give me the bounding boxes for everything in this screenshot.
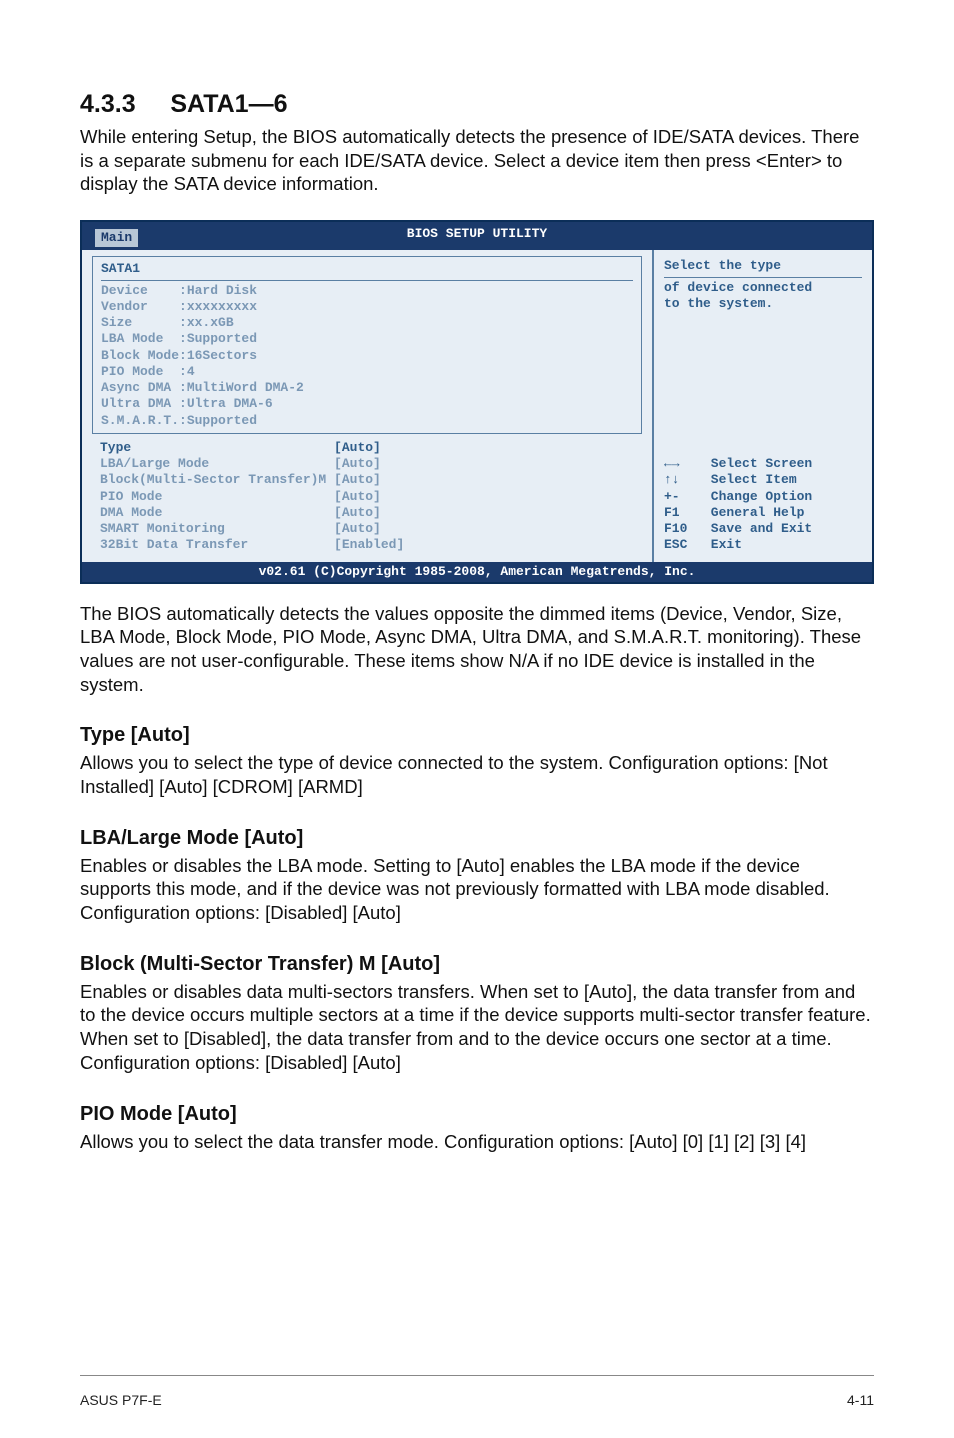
bios-header: BIOS SETUP UTILITY Main [82,222,872,250]
legend-row: ↑↓ Select Item [664,472,862,488]
bios-right-pane: Select the type of device connected to t… [652,250,872,561]
bios-info-row: Vendor :xxxxxxxxx [101,299,633,315]
bios-copyright: v02.61 (C)Copyright 1985-2008, American … [82,562,872,582]
paragraph-block: Enables or disables data multi-sectors t… [80,980,874,1075]
legend-row: ←→ Select Screen [664,456,862,472]
bios-setting-row: PIO Mode [Auto] [100,489,634,505]
bios-device-panel: SATA1 Device :Hard Disk Vendor :xxxxxxxx… [92,256,642,434]
legend-row: ESC Exit [664,537,862,553]
bios-panel-title: SATA1 [101,261,633,277]
bios-help-line: of device connected [664,280,862,296]
bios-setting-row: DMA Mode [Auto] [100,505,634,521]
paragraph-pio: Allows you to select the data transfer m… [80,1130,874,1154]
bios-help-line: to the system. [664,296,862,312]
bios-info-row: Size :xx.xGB [101,315,633,331]
bios-info-row: Device :Hard Disk [101,283,633,299]
section-intro: While entering Setup, the BIOS automatic… [80,125,874,196]
bios-info-row: Ultra DMA :Ultra DMA-6 [101,396,633,412]
heading-type: Type [Auto] [80,724,874,747]
section-number: 4.3.3 [80,90,136,118]
footer-right: 4-11 [847,1392,874,1408]
bios-left-pane: SATA1 Device :Hard Disk Vendor :xxxxxxxx… [82,250,652,561]
bios-screenshot: BIOS SETUP UTILITY Main SATA1 Device :Ha… [80,220,874,584]
bios-help-text: Select the type of device connected to t… [664,258,862,312]
heading-pio: PIO Mode [Auto] [80,1103,874,1126]
bios-setting-row: LBA/Large Mode [Auto] [100,456,634,472]
bios-setting-row: 32Bit Data Transfer [Enabled] [100,537,634,553]
after-bios-paragraph: The BIOS automatically detects the value… [80,602,874,697]
bios-info-row: LBA Mode :Supported [101,331,633,347]
heading-block: Block (Multi-Sector Transfer) M [Auto] [80,953,874,976]
bios-key-legend: ←→ Select Screen ↑↓ Select Item +- Chang… [664,456,862,554]
bios-info-row: Async DMA :MultiWord DMA-2 [101,380,633,396]
bios-settings-block: Type [Auto] LBA/Large Mode [Auto] Block(… [92,440,642,554]
bios-setting-row: Type [Auto] [100,440,634,456]
bios-info-row: S.M.A.R.T.:Supported [101,413,633,429]
page-footer: ASUS P7F-E 4-11 [80,1375,874,1408]
legend-row: F1 General Help [664,505,862,521]
bios-info-row: Block Mode:16Sectors [101,348,633,364]
bios-setting-row: Block(Multi-Sector Transfer)M [Auto] [100,472,634,488]
heading-lba: LBA/Large Mode [Auto] [80,827,874,850]
paragraph-type: Allows you to select the type of device … [80,751,874,798]
bios-info-row: PIO Mode :4 [101,364,633,380]
footer-left: ASUS P7F-E [80,1392,162,1408]
section-name: SATA1—6 [170,90,287,118]
bios-setting-row: SMART Monitoring [Auto] [100,521,634,537]
paragraph-lba: Enables or disables the LBA mode. Settin… [80,854,874,925]
bios-title: BIOS SETUP UTILITY [407,226,547,241]
bios-tab-main: Main [94,228,139,248]
section-heading: 4.3.3 SATA1—6 [80,90,874,119]
bios-body: SATA1 Device :Hard Disk Vendor :xxxxxxxx… [82,250,872,561]
legend-row: F10 Save and Exit [664,521,862,537]
bios-help-line: Select the type [664,258,862,274]
legend-row: +- Change Option [664,489,862,505]
